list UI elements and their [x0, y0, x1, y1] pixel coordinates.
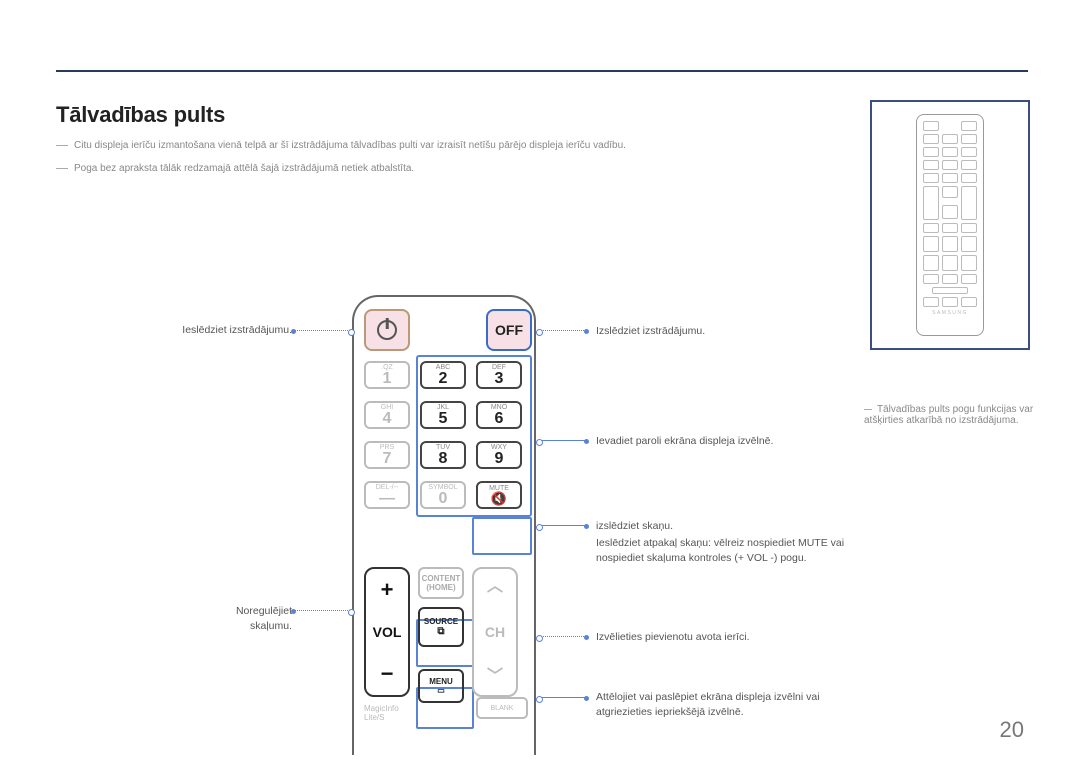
key-8: TUV8 [420, 441, 466, 469]
mute-icon: 🔇 [491, 492, 507, 505]
row-num-1: .QZ1 ABC2 DEF3 [364, 361, 522, 389]
thumb-brand: SAMSUNG [923, 310, 977, 316]
leader-off [541, 330, 586, 331]
power-button [364, 309, 410, 351]
note-text: Poga bez apraksta tālāk redzamajā attēlā… [74, 163, 414, 174]
menu-button: MENU ▭ [418, 669, 464, 703]
leader-vol [294, 610, 350, 611]
callout-numpad: Ievadiet paroli ekrāna displeja izvēlnē. [596, 434, 773, 449]
source-icon: ⧉ [437, 626, 444, 637]
key-4: GHI4 [364, 401, 410, 429]
mid-stack: CONTENT (HOME) SOURCE ⧉ MENU ▭ [418, 567, 464, 703]
callout-vol: Noregulējiet skaļumu. [200, 604, 292, 633]
vol-rocker: + VOL − [364, 567, 410, 697]
row-vol-ch: + VOL − CONTENT (HOME) SOURCE ⧉ MENU ▭ ︿… [364, 567, 518, 703]
key-7: PRS7 [364, 441, 410, 469]
key-0: SYMBOL0 [420, 481, 466, 509]
chevron-up-icon: ︿ [487, 579, 503, 595]
key-del: DEL-/--— [364, 481, 410, 509]
note-line-2: Poga bez apraksta tālāk redzamajā attēlā… [56, 163, 414, 174]
callout-power-off: Izslēdziet izstrādājumu. [596, 324, 705, 339]
key-1: .QZ1 [364, 361, 410, 389]
page-number: 20 [1000, 717, 1024, 743]
blank-button: BLANK [476, 697, 528, 719]
key-9: WXY9 [476, 441, 522, 469]
remote-diagram: OFF .QZ1 ABC2 DEF3 GHI4 JKL5 MNO6 PRS7 T… [352, 295, 536, 755]
callout-mute1: izslēdziet skaņu. [596, 519, 673, 534]
note-text: Citu displeja ierīču izmantošana vienā t… [74, 140, 626, 151]
leader-mute [541, 525, 586, 526]
page-title: Tālvadības pults [56, 102, 225, 128]
row-num-3: PRS7 TUV8 WXY9 [364, 441, 522, 469]
leader-numpad [541, 440, 586, 441]
top-rule [56, 70, 1028, 72]
content-home-button: CONTENT (HOME) [418, 567, 464, 599]
chevron-down-icon: ﹀ [487, 669, 503, 685]
key-6: MNO6 [476, 401, 522, 429]
key-5: JKL5 [420, 401, 466, 429]
magicinfo-label: MagicInfo Lite/S [364, 704, 399, 722]
thumbnail-frame: SAMSUNG [870, 100, 1030, 350]
row-num-4: DEL-/--— SYMBOL0 MUTE🔇 [364, 481, 522, 509]
callout-mute2: Ieslēdziet atpakaļ skaņu: vēlreiz nospie… [596, 536, 856, 565]
note-line-1: Citu displeja ierīču izmantošana vienā t… [56, 140, 626, 151]
callout-menu: Attēlojiet vai paslēpiet ekrāna displeja… [596, 690, 846, 719]
mute-highlight [472, 517, 532, 555]
leader-power [294, 330, 350, 331]
thumbnail-note: Tālvadības pults pogu funkcijas var atšķ… [864, 404, 1034, 426]
power-icon [377, 320, 397, 340]
row-power: OFF [364, 309, 532, 351]
source-button: SOURCE ⧉ [418, 607, 464, 647]
callout-power-on: Ieslēdziet izstrādājumu. [182, 323, 292, 338]
key-2: ABC2 [420, 361, 466, 389]
key-mute: MUTE🔇 [476, 481, 522, 509]
key-3: DEF3 [476, 361, 522, 389]
row-num-2: GHI4 JKL5 MNO6 [364, 401, 522, 429]
menu-icon: ▭ [437, 686, 445, 695]
vol-up-icon: + [381, 579, 394, 601]
callout-source: Izvēlieties pievienotu avota ierīci. [596, 630, 750, 645]
thumbnail-remote: SAMSUNG [916, 114, 984, 336]
off-button: OFF [486, 309, 532, 351]
ch-rocker: ︿ CH ﹀ [472, 567, 518, 697]
vol-down-icon: − [381, 663, 394, 685]
leader-source [541, 636, 586, 637]
leader-menu [541, 697, 586, 698]
